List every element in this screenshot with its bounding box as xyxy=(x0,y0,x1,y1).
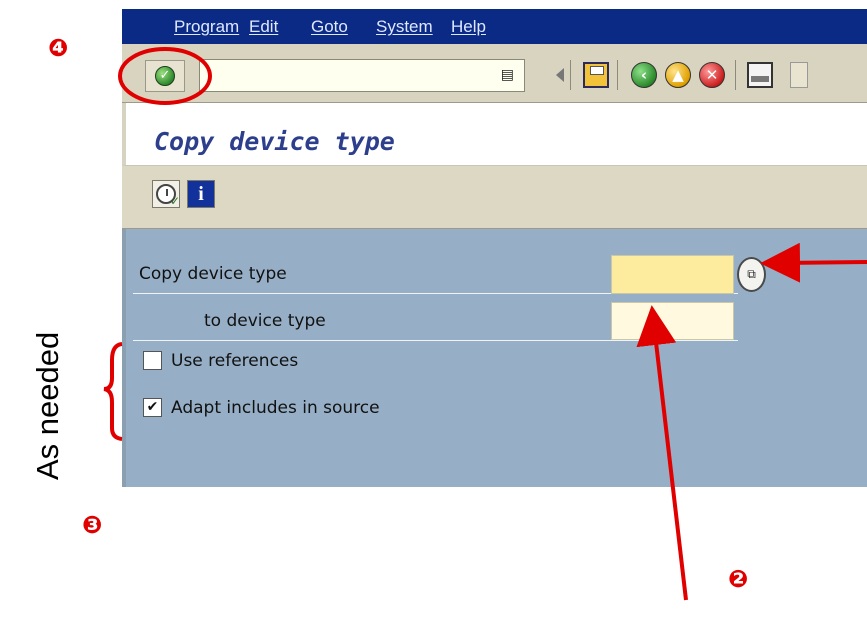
step-4-badge: ❹ xyxy=(48,34,69,62)
step-3-badge: ❸ xyxy=(82,511,103,539)
bracket xyxy=(103,342,123,441)
as-needed-label: As needed xyxy=(20,260,70,500)
highlight-circle xyxy=(118,47,212,105)
arrow-to-value-help xyxy=(760,242,867,283)
step-2-badge: ❷ xyxy=(728,565,749,593)
as-needed-text: As needed xyxy=(30,331,65,480)
annotation-overlay xyxy=(103,47,867,601)
arrow-to-target-field xyxy=(636,305,688,601)
